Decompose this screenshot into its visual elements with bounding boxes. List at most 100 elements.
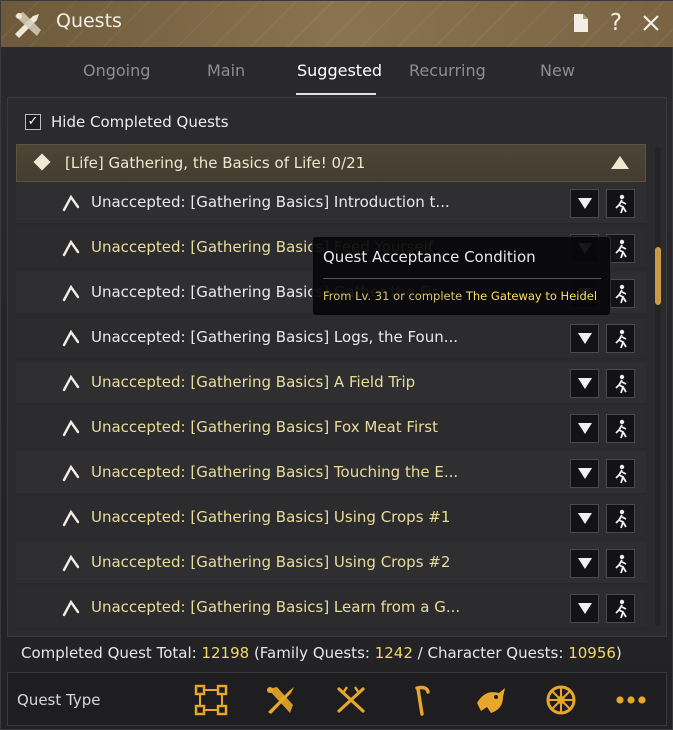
quest-type-bar: Quest Type [7, 672, 667, 726]
tooltip-body: From Lv. 31 or complete The Gateway to H… [323, 289, 597, 303]
auto-path-icon [614, 509, 627, 528]
quest-group-header[interactable]: [Life] Gathering, the Basics of Life! 0/… [16, 144, 646, 182]
pickaxe-icon [62, 284, 80, 302]
tooltip-divider [323, 278, 601, 279]
tab-recurring[interactable]: Recurring [409, 61, 486, 80]
auto-navigate-button[interactable] [606, 369, 635, 398]
pickaxe-icon [62, 464, 80, 482]
hide-completed-checkbox[interactable]: ✓ [25, 114, 41, 130]
auto-navigate-button[interactable] [606, 324, 635, 353]
scrollbar[interactable] [655, 147, 661, 625]
tab-bar: Ongoing Main Suggested Recurring New [1, 47, 673, 97]
chevron-down-icon [577, 513, 592, 524]
group-title: [Life] Gathering, the Basics of Life! 0/… [65, 154, 366, 172]
hide-completed-toggle[interactable]: ✓ Hide Completed Quests [25, 111, 229, 133]
auto-path-icon [614, 464, 627, 483]
auto-navigate-button[interactable] [606, 189, 635, 218]
active-tab-indicator [296, 93, 376, 95]
list-item[interactable]: Unaccepted: [Gathering Basics] Using Cro… [16, 497, 646, 539]
list-item[interactable]: Unaccepted: [Gathering Basics] Learn fro… [16, 587, 646, 629]
title-bar[interactable]: Quests ? [1, 1, 673, 47]
auto-path-icon [614, 554, 627, 573]
pickaxe-icon [62, 509, 80, 527]
auto-navigate-button[interactable] [606, 594, 635, 623]
auto-path-icon [614, 419, 627, 438]
chevron-down-icon [577, 558, 592, 569]
list-item[interactable]: Unaccepted: [Gathering Basics] Fox Meat … [16, 407, 646, 449]
auto-path-icon [614, 239, 627, 258]
pickaxe-icon [62, 194, 80, 212]
quest-title: Unaccepted: [Gathering Basics] Touching … [91, 463, 459, 481]
expand-button[interactable] [570, 414, 599, 443]
family-label: (Family Quests: [249, 644, 375, 662]
auto-navigate-button[interactable] [606, 414, 635, 443]
quest-title: Unaccepted: [Gathering Basics] Fox Meat … [91, 418, 438, 436]
document-icon[interactable] [567, 9, 595, 37]
gathering-icon[interactable] [403, 683, 439, 717]
collapse-caret-icon[interactable] [611, 156, 629, 169]
tab-main[interactable]: Main [207, 61, 245, 80]
pickaxe-icon [62, 374, 80, 392]
chevron-down-icon [577, 333, 592, 344]
pickaxe-icon [62, 554, 80, 572]
select-all-icon[interactable] [193, 683, 229, 717]
tab-new[interactable]: New [540, 61, 575, 80]
combat-icon[interactable] [263, 683, 299, 717]
auto-path-icon [614, 374, 627, 393]
auto-navigate-button[interactable] [606, 549, 635, 578]
quest-scroll-icon [15, 12, 41, 38]
pickaxe-icon [62, 419, 80, 437]
tooltip-quest-link: The Gateway to Heidel [465, 289, 598, 303]
chevron-down-icon [577, 603, 592, 614]
expand-button[interactable] [570, 549, 599, 578]
tab-ongoing[interactable]: Ongoing [83, 61, 150, 80]
scroll-thumb[interactable] [655, 247, 661, 305]
family-count: 1242 [374, 644, 413, 662]
character-count: 10956 [568, 644, 616, 662]
quest-condition-tooltip: Quest Acceptance Condition From Lv. 31 o… [312, 236, 611, 316]
expand-button[interactable] [570, 324, 599, 353]
group-diamond-icon [33, 153, 51, 171]
list-item[interactable]: Unaccepted: [Gathering Basics] Using Cro… [16, 542, 646, 584]
pickaxe-icon [62, 329, 80, 347]
expand-button[interactable] [570, 594, 599, 623]
life-icon[interactable] [333, 683, 369, 717]
tab-suggested[interactable]: Suggested [297, 61, 382, 80]
quest-title: Unaccepted: [Gathering Basics] Learn fro… [91, 598, 461, 616]
character-label: / Character Quests: [412, 644, 569, 662]
fishing-icon[interactable] [473, 683, 509, 717]
tooltip-condition-text: From Lv. 31 or complete [323, 289, 466, 303]
window-title: Quests [56, 10, 122, 32]
quest-title: Unaccepted: [Gathering Basics] Using Cro… [91, 508, 451, 526]
pickaxe-icon [62, 239, 80, 257]
expand-button[interactable] [570, 504, 599, 533]
expand-button[interactable] [570, 369, 599, 398]
auto-navigate-button[interactable] [606, 459, 635, 488]
chevron-down-icon [577, 198, 592, 209]
completed-quest-totals: Completed Quest Total: 12198 (Family Que… [21, 644, 622, 662]
auto-path-icon [614, 194, 627, 213]
quest-type-label: Quest Type [17, 691, 101, 709]
expand-button[interactable] [570, 189, 599, 218]
close-icon[interactable] [637, 9, 665, 37]
list-item[interactable]: Unaccepted: [Gathering Basics] Touching … [16, 452, 646, 494]
hide-completed-label: Hide Completed Quests [51, 113, 229, 131]
more-icon[interactable] [613, 683, 649, 717]
help-icon[interactable]: ? [602, 9, 630, 37]
quest-title: Unaccepted: [Gathering Basics] Using Cro… [91, 553, 451, 571]
chevron-down-icon [577, 423, 592, 434]
quest-title: Unaccepted: [Gathering Basics] Introduct… [91, 193, 450, 211]
total-count: 12198 [201, 644, 250, 662]
list-item[interactable]: Unaccepted: [Gathering Basics] Introduct… [16, 182, 646, 224]
auto-navigate-button[interactable] [606, 504, 635, 533]
chevron-down-icon [577, 378, 592, 389]
chevron-down-icon [577, 468, 592, 479]
auto-path-icon [614, 599, 627, 618]
auto-path-icon [614, 284, 627, 303]
quest-window: Quests ? Ongoing Main Suggested Recurrin… [0, 0, 673, 730]
sailing-icon[interactable] [543, 683, 579, 717]
totals-close-paren: ) [615, 644, 622, 662]
list-item[interactable]: Unaccepted: [Gathering Basics] A Field T… [16, 362, 646, 404]
list-item[interactable]: Unaccepted: [Gathering Basics] Logs, the… [16, 317, 646, 359]
expand-button[interactable] [570, 459, 599, 488]
